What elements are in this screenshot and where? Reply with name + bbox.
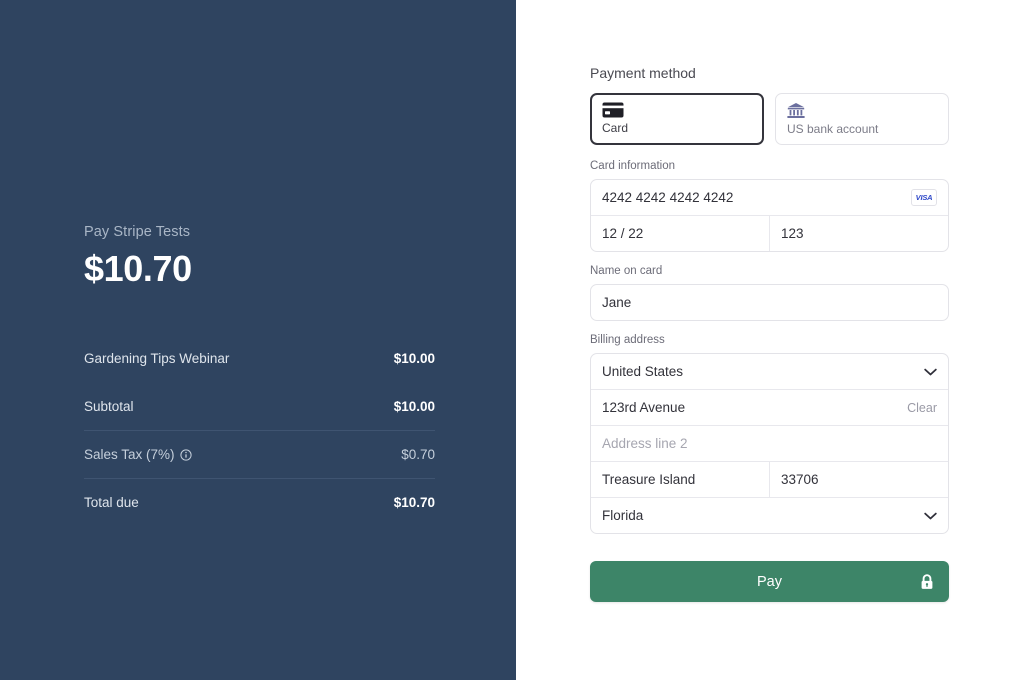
- name-on-card-row: Jane: [591, 285, 948, 320]
- card-information-group: 4242 4242 4242 4242 VISA 12 / 22 123: [590, 179, 949, 252]
- payment-form-panel: Payment method Card US bank account Card…: [516, 0, 1024, 680]
- card-number-row: 4242 4242 4242 4242 VISA: [591, 180, 948, 215]
- name-on-card-label: Name on card: [590, 265, 663, 277]
- visa-logo-icon: VISA: [911, 189, 937, 206]
- line-item-value: $0.70: [401, 447, 435, 462]
- card-cvc-value: 123: [781, 226, 804, 241]
- card-cvc-input[interactable]: 123: [769, 216, 948, 251]
- address-line2-placeholder: Address line 2: [602, 436, 688, 451]
- address-line1-row: 123rd Avenue Clear: [591, 389, 948, 425]
- pay-button-label: Pay: [757, 573, 782, 590]
- order-summary-content: Pay Stripe Tests $10.70 Gardening Tips W…: [84, 222, 435, 526]
- line-item-label: Sales Tax (7%): [84, 447, 175, 462]
- city-value: Treasure Island: [602, 472, 696, 487]
- card-number-input[interactable]: 4242 4242 4242 4242 VISA: [591, 180, 948, 215]
- line-item-label: Subtotal: [84, 398, 134, 414]
- card-expiry-value: 12 / 22: [602, 226, 644, 241]
- line-item-label-group: Gardening Tips Webinar: [84, 351, 229, 366]
- payment-method-tabs: Card US bank account: [590, 93, 949, 145]
- tab-card[interactable]: Card: [590, 93, 764, 145]
- lock-icon: [920, 573, 934, 590]
- line-item-value: $10.70: [393, 495, 435, 510]
- name-on-card-input[interactable]: Jane: [591, 285, 948, 320]
- postal-code-input[interactable]: 33706: [769, 462, 948, 497]
- address-line2-input[interactable]: Address line 2: [591, 426, 948, 461]
- line-item-label-group: Sales Tax (7%): [84, 447, 192, 462]
- country-row: United States: [591, 354, 948, 389]
- info-icon[interactable]: [179, 448, 192, 461]
- line-item-row: Sales Tax (7%) $0.70: [84, 430, 435, 478]
- line-item-value: $10.00: [393, 398, 435, 414]
- city-postal-row: Treasure Island 33706: [591, 461, 948, 497]
- payment-method-title: Payment method: [590, 65, 696, 81]
- bank-icon: [787, 102, 937, 119]
- line-item-value: $10.00: [393, 350, 435, 366]
- pay-button[interactable]: Pay: [590, 561, 949, 602]
- card-number-value: 4242 4242 4242 4242: [602, 190, 734, 205]
- address-line1-value: 123rd Avenue: [602, 400, 686, 415]
- state-value: Florida: [602, 508, 644, 523]
- address-clear-button[interactable]: Clear: [907, 401, 937, 415]
- payment-form: Payment method Card US bank account Card…: [590, 63, 949, 602]
- line-items-list: Gardening Tips Webinar $10.00 Subtotal $…: [84, 334, 435, 526]
- billing-address-label: Billing address: [590, 334, 665, 346]
- country-select[interactable]: United States: [591, 354, 948, 389]
- address-line1-input[interactable]: 123rd Avenue Clear: [591, 390, 948, 425]
- line-item-row: Gardening Tips Webinar $10.00: [84, 334, 435, 382]
- postal-code-value: 33706: [781, 472, 819, 487]
- checkout-page: Pay Stripe Tests $10.70 Gardening Tips W…: [0, 0, 1024, 680]
- line-item-label-group: Subtotal: [84, 399, 134, 414]
- card-expiry-input[interactable]: 12 / 22: [591, 216, 769, 251]
- card-expiry-cvc-row: 12 / 22 123: [591, 215, 948, 251]
- billing-address-group: United States 123rd Avenue Clear Address…: [590, 353, 949, 534]
- country-value: United States: [602, 364, 684, 379]
- address-line2-row: Address line 2: [591, 425, 948, 461]
- name-on-card-value: Jane: [602, 295, 632, 310]
- tab-card-label: Card: [602, 121, 629, 135]
- tab-us-bank-account[interactable]: US bank account: [775, 93, 949, 145]
- name-on-card-group: Jane: [590, 284, 949, 321]
- state-row: Florida: [591, 497, 948, 533]
- tab-us-bank-account-label: US bank account: [787, 121, 879, 136]
- merchant-name: Pay Stripe Tests: [84, 224, 191, 240]
- card-information-label: Card information: [590, 160, 676, 172]
- line-item-label: Total due: [84, 495, 139, 510]
- line-item-label-group: Total due: [84, 495, 139, 510]
- visa-logo-text: VISA: [915, 193, 933, 202]
- city-input[interactable]: Treasure Island: [591, 462, 769, 497]
- total-amount-heading: $10.70: [84, 248, 192, 289]
- line-item-row: Subtotal $10.00: [84, 382, 435, 430]
- credit-card-icon: [602, 102, 752, 118]
- state-select[interactable]: Florida: [591, 498, 948, 533]
- chevron-down-icon: [924, 368, 937, 376]
- line-item-label: Gardening Tips Webinar: [84, 350, 230, 366]
- chevron-down-icon: [924, 512, 937, 520]
- line-item-row-total: Total due $10.70: [84, 478, 435, 526]
- order-summary-panel: Pay Stripe Tests $10.70 Gardening Tips W…: [0, 0, 516, 680]
